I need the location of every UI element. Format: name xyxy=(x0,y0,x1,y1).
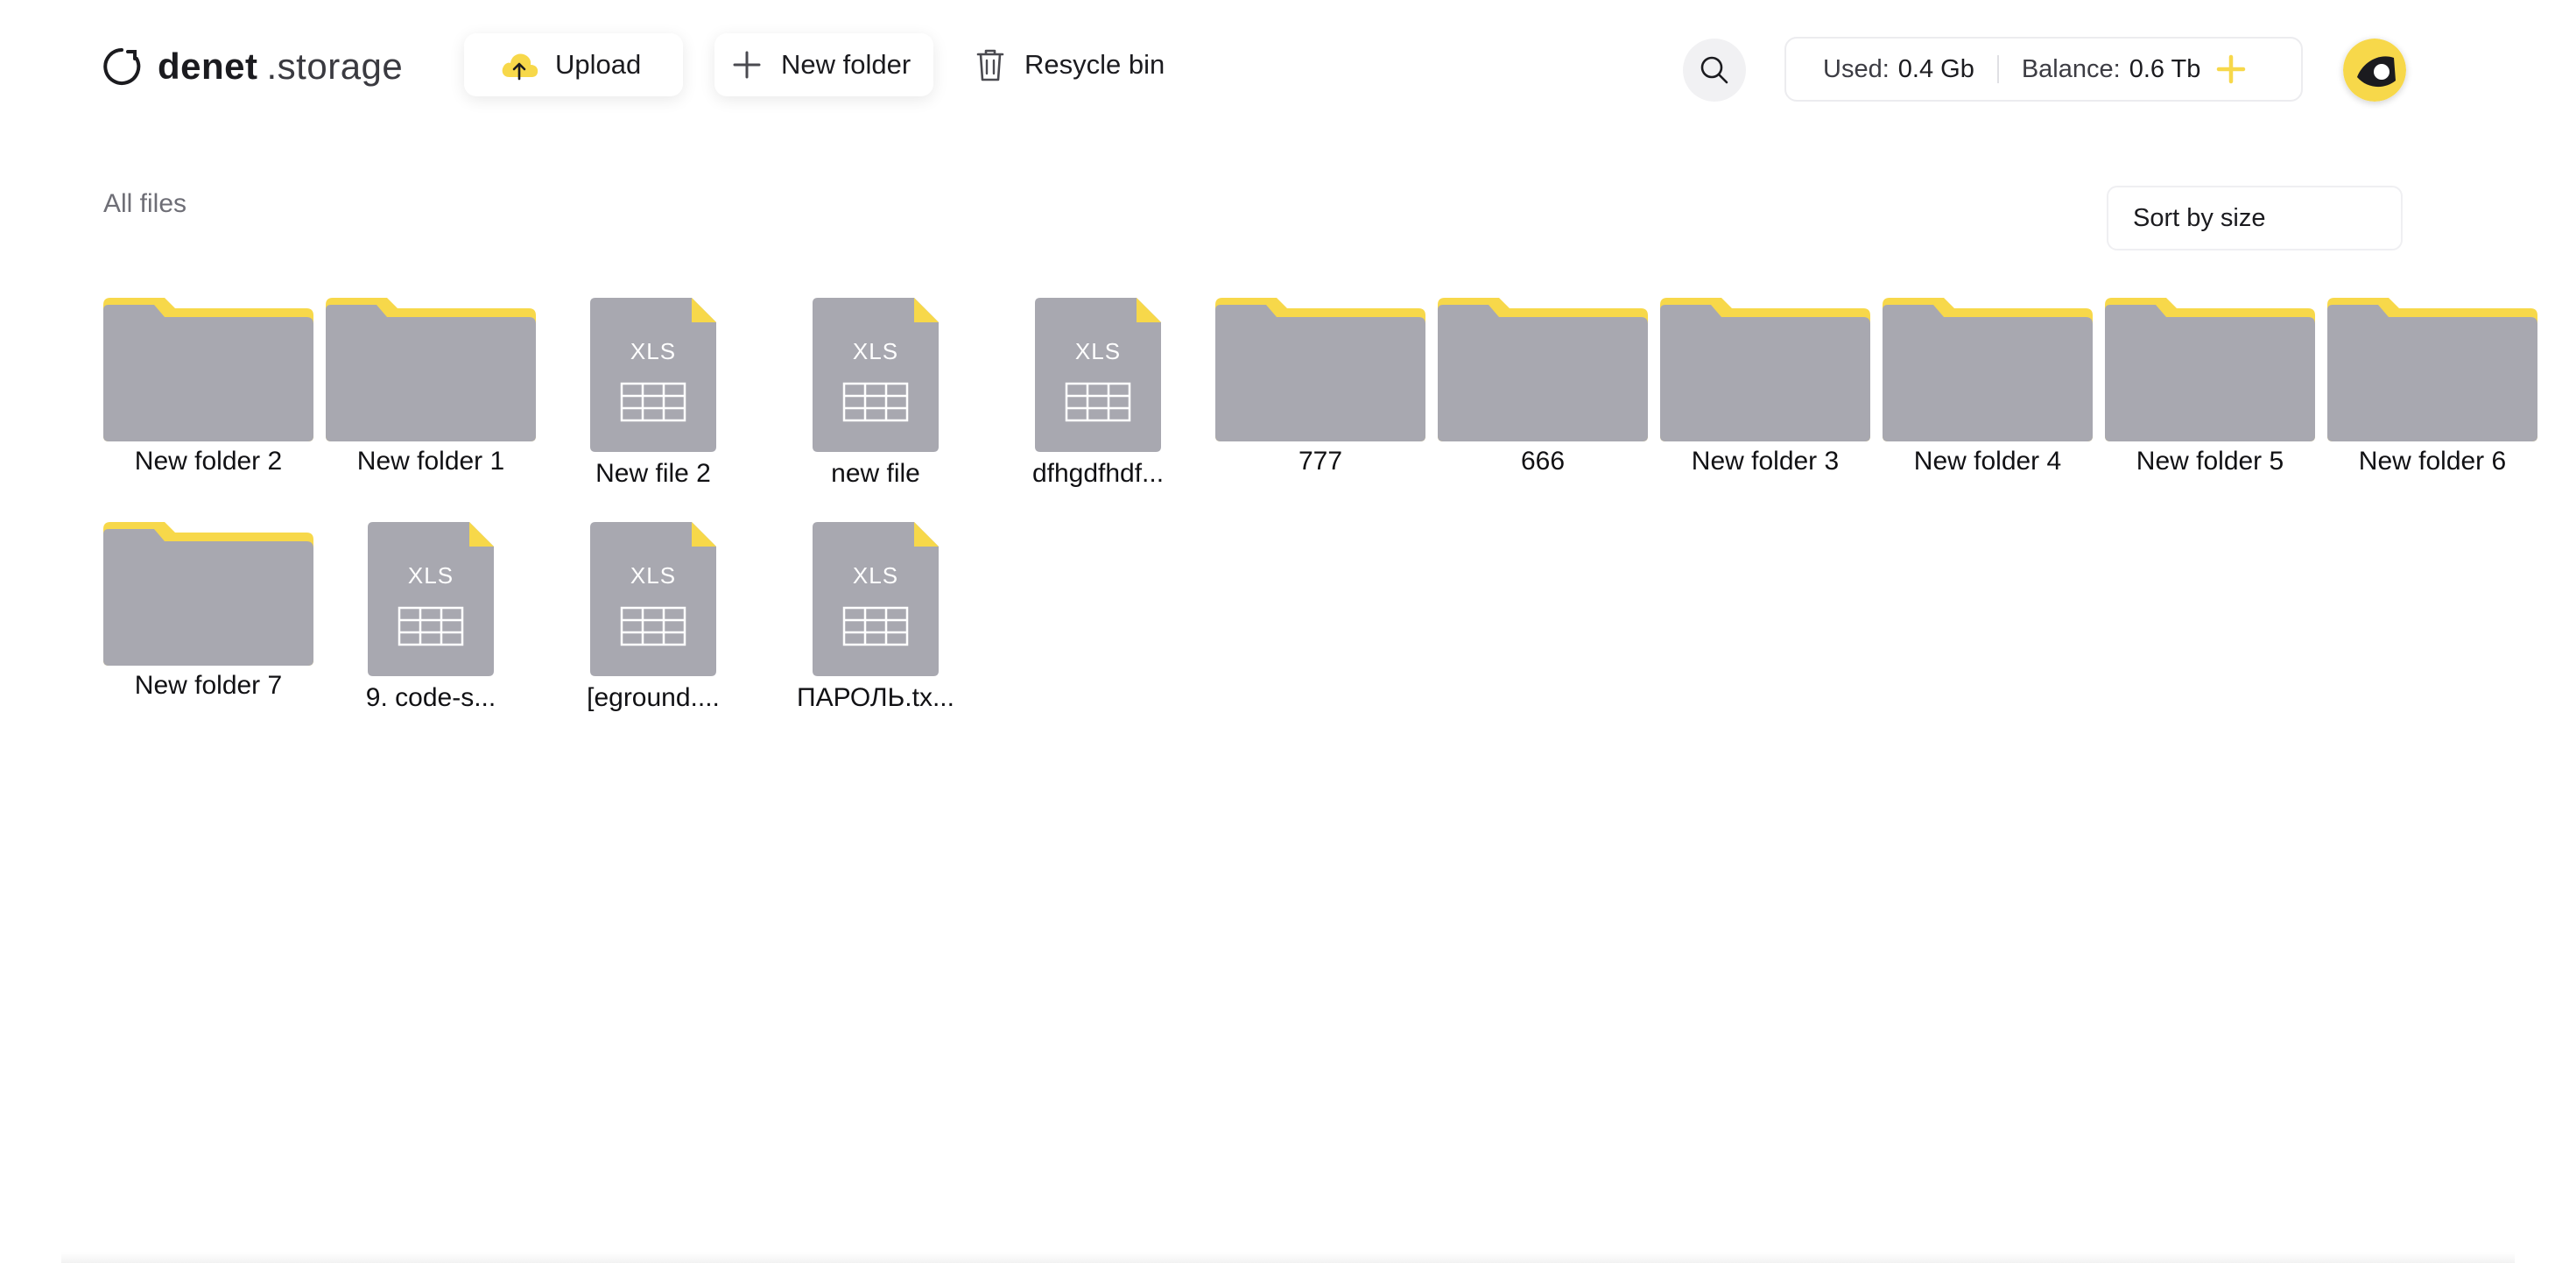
folder-icon xyxy=(1215,298,1425,441)
avatar[interactable] xyxy=(2343,39,2406,102)
trash-icon xyxy=(975,47,1005,82)
folder-icon xyxy=(1438,298,1648,441)
storage-balance-panel: Used: 0.4 Gb Balance: 0.6 Tb xyxy=(1784,37,2303,102)
item-name: New folder 6 xyxy=(2358,447,2507,476)
search-button[interactable] xyxy=(1683,39,1746,102)
file-type-badge: XLS xyxy=(630,562,677,589)
xls-file-icon xyxy=(813,522,939,676)
new-folder-label: New folder xyxy=(781,49,911,80)
folder-icon xyxy=(1660,298,1870,441)
used-label: Used: xyxy=(1823,54,1890,83)
folder-icon xyxy=(2327,298,2537,441)
sort-dropdown[interactable]: Sort by size xyxy=(2107,186,2403,250)
file-type-badge: XLS xyxy=(852,338,899,364)
add-balance-button[interactable] xyxy=(2216,54,2246,84)
brand-logo[interactable]: denet .storage xyxy=(102,42,403,91)
item-name: 666 xyxy=(1520,447,1566,476)
folder-icon xyxy=(326,298,536,441)
recycle-bin-button[interactable]: Resycle bin xyxy=(970,33,1189,96)
xls-file-icon xyxy=(813,298,939,452)
file-type-badge: XLS xyxy=(852,562,899,589)
xls-file-icon xyxy=(590,298,716,452)
item-name: New folder 4 xyxy=(1913,447,2062,476)
item-name: New folder 1 xyxy=(356,447,505,476)
folder-icon xyxy=(2105,298,2315,441)
plus-icon xyxy=(732,50,762,80)
upload-label: Upload xyxy=(555,49,642,80)
xls-file-icon xyxy=(368,522,494,676)
xls-file-icon xyxy=(590,522,716,676)
item-name: dfhgdfhdf... xyxy=(1031,459,1165,488)
file-type-badge: XLS xyxy=(630,338,677,364)
item-name: new file xyxy=(831,459,920,488)
search-icon xyxy=(1700,56,1728,84)
item-name: 777 xyxy=(1298,447,1343,476)
balance-divider xyxy=(1996,55,1999,83)
item-name: New folder 7 xyxy=(134,671,283,700)
logo-suffix: .storage xyxy=(266,46,404,87)
cloud-upload-icon xyxy=(499,49,539,81)
folder-icon xyxy=(1883,298,2093,441)
upload-button[interactable]: Upload xyxy=(464,33,683,96)
item-name: [eground.... xyxy=(587,683,720,712)
logo-main: denet xyxy=(158,46,258,87)
item-name: ПАРОЛЬ.tx... xyxy=(797,683,954,712)
used-value: 0.4 Gb xyxy=(1897,54,1974,83)
plus-yellow-icon xyxy=(2217,54,2246,84)
breadcrumb[interactable]: All files xyxy=(103,189,187,219)
item-name: 9. code-s... xyxy=(365,683,496,712)
item-name: New folder 3 xyxy=(1691,447,1840,476)
logo-ring-icon xyxy=(103,48,141,85)
item-name: New folder 2 xyxy=(134,447,283,476)
logo-text: denet .storage xyxy=(158,46,403,88)
avatar-image xyxy=(2343,39,2406,102)
new-folder-button[interactable]: New folder xyxy=(714,33,933,96)
recycle-bin-label: Resycle bin xyxy=(1024,49,1165,80)
file-type-badge: XLS xyxy=(407,562,454,589)
xls-file-icon xyxy=(1035,298,1161,452)
item-name: New file 2 xyxy=(595,459,711,488)
footer-divider xyxy=(61,1252,2515,1263)
file-type-badge: XLS xyxy=(1074,338,1122,364)
balance-value: 0.6 Tb xyxy=(2129,54,2201,83)
folder-icon xyxy=(103,298,313,441)
balance-label: Balance: xyxy=(2021,54,2121,83)
item-name: New folder 5 xyxy=(2136,447,2284,476)
folder-icon xyxy=(103,522,313,666)
